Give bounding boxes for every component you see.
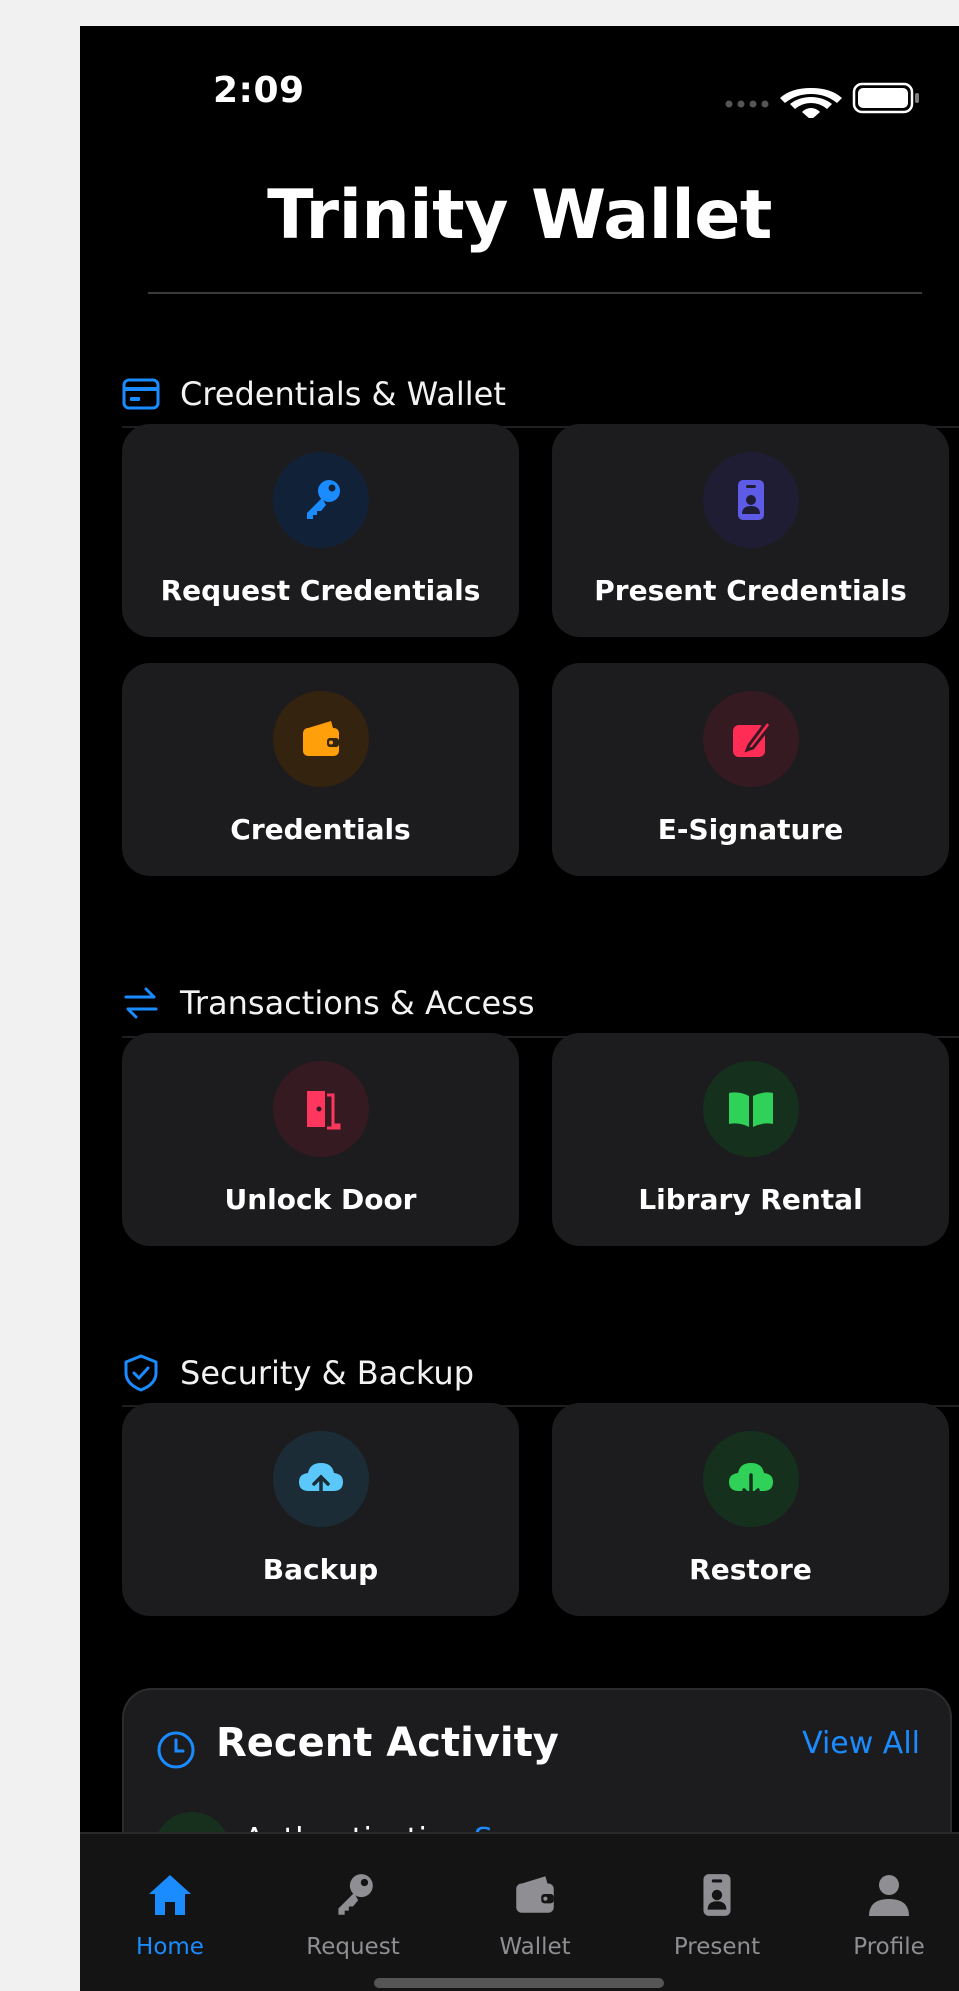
backup-card[interactable]: Backup <box>122 1403 519 1616</box>
cloud-download-icon <box>702 1431 799 1527</box>
cloud-upload-icon <box>272 1431 369 1527</box>
wifi-icon <box>780 88 842 120</box>
request-credentials-card[interactable]: Request Credentials <box>122 424 519 637</box>
section-header-transactions: Transactions & Access <box>122 978 535 1028</box>
e-signature-card[interactable]: E-Signature <box>552 663 949 876</box>
card-label: Unlock Door <box>224 1183 417 1216</box>
person-icon <box>864 1870 914 1920</box>
tab-label: Present <box>673 1934 761 1960</box>
tab-home[interactable]: Home <box>100 1834 240 1960</box>
card-label: Present Credentials <box>594 574 907 607</box>
view-all-link[interactable]: View All <box>802 1726 920 1761</box>
status-icons <box>724 78 954 120</box>
section-title: Transactions & Access <box>180 984 535 1022</box>
home-indicator[interactable] <box>374 1978 664 1988</box>
signature-icon <box>702 691 799 787</box>
tab-present[interactable]: Present <box>647 1834 787 1960</box>
wallet-icon <box>510 1870 560 1920</box>
restore-card[interactable]: Restore <box>552 1403 949 1616</box>
card-label: E-Signature <box>657 813 844 846</box>
card-label: Restore <box>689 1553 812 1586</box>
section-header-credentials: Credentials & Wallet <box>122 369 506 419</box>
card-icon <box>122 375 160 413</box>
tab-label: Profile <box>853 1934 925 1960</box>
card-label: Library Rental <box>638 1183 863 1216</box>
app-title: Trinity Wallet <box>267 176 772 255</box>
tab-label: Wallet <box>499 1934 571 1960</box>
tab-wallet[interactable]: Wallet <box>465 1834 605 1960</box>
unlock-door-card[interactable]: Unlock Door <box>122 1033 519 1246</box>
shield-check-icon <box>122 1354 160 1392</box>
section-title: Security & Backup <box>180 1354 474 1392</box>
title-divider <box>148 292 922 294</box>
phone-screen: 2:09 Trinity Wallet Credentials & Wallet… <box>80 26 959 1991</box>
id-badge-icon <box>692 1870 742 1920</box>
wallet-icon <box>272 691 369 787</box>
door-icon <box>272 1061 369 1157</box>
credentials-card[interactable]: Credentials <box>122 663 519 876</box>
section-header-security: Security & Backup <box>122 1348 474 1398</box>
card-label: Request Credentials <box>160 574 481 607</box>
battery-icon <box>852 82 919 114</box>
book-icon <box>702 1061 799 1157</box>
tab-request[interactable]: Request <box>283 1834 423 1960</box>
card-label: Backup <box>262 1553 379 1586</box>
status-time: 2:09 <box>213 70 305 111</box>
library-rental-card[interactable]: Library Rental <box>552 1033 949 1246</box>
key-icon <box>328 1870 378 1920</box>
arrows-swap-icon <box>122 984 160 1022</box>
clock-icon <box>156 1730 196 1770</box>
present-credentials-card[interactable]: Present Credentials <box>552 424 949 637</box>
recent-activity-title: Recent Activity <box>216 1720 559 1766</box>
cellular-signal-icon <box>725 100 769 108</box>
key-icon <box>272 452 369 548</box>
section-title: Credentials & Wallet <box>180 375 506 413</box>
id-badge-icon <box>702 452 799 548</box>
home-icon <box>145 1870 195 1920</box>
tab-bar: Home Request Wallet Present Profile <box>80 1832 959 1991</box>
card-label: Credentials <box>230 813 411 846</box>
tab-label: Request <box>306 1934 400 1960</box>
tab-profile[interactable]: Profile <box>819 1834 959 1960</box>
tab-label: Home <box>136 1934 204 1960</box>
